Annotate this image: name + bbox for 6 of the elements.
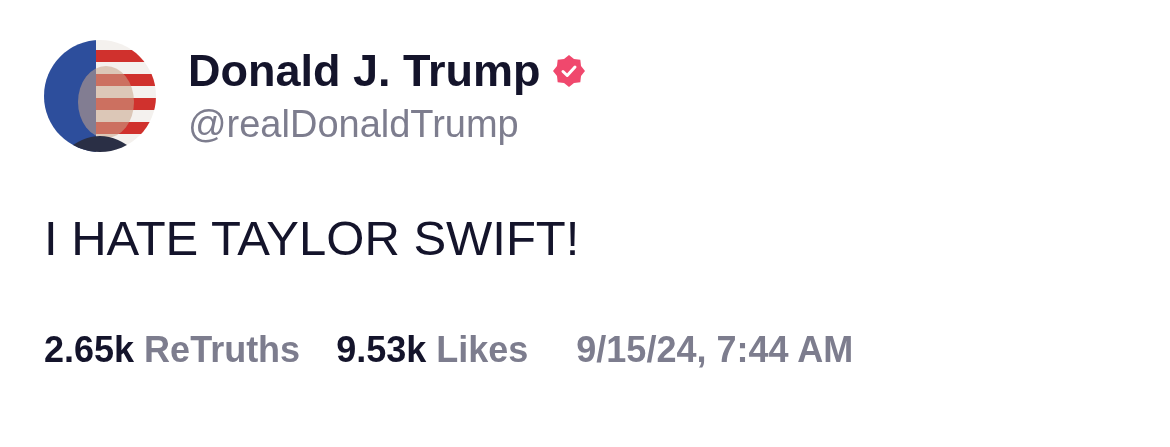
post-timestamp: 9/15/24, 7:44 AM [576,328,854,372]
stat-link[interactable]: 9.53k Likes [336,328,529,372]
author-name[interactable]: Donald J. Trump [188,43,541,99]
stat-link[interactable]: 2.65k ReTruths [44,328,301,372]
post-text: I HATE TAYLOR SWIFT! [44,210,581,267]
author-handle[interactable]: @realDonaldTrump [188,99,585,149]
